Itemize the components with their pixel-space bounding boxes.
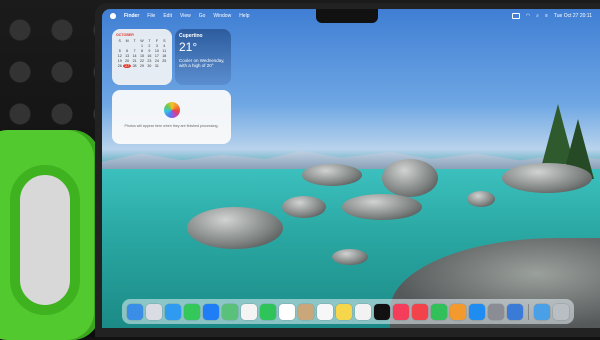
calendar-day: 17	[154, 54, 159, 58]
calendar-day: 19	[117, 59, 122, 63]
calendar-day: 23	[147, 59, 152, 63]
maps-icon[interactable]	[222, 303, 238, 320]
calendar-day: 18	[162, 54, 167, 58]
photos-widget[interactable]: Photos will appear here when they are fi…	[112, 90, 231, 144]
calendar-weekday: S	[118, 39, 121, 43]
calendar-widget[interactable]: OCTOBER S M T W T F S 1 2 3 4 5 6 7 8 9 10 11 12 13 14 15 16 17…	[112, 29, 172, 85]
calendar-month: OCTOBER	[116, 33, 134, 37]
menu-edit[interactable]: Edit	[163, 13, 172, 19]
laptop-frame: Finder File Edit View Go Window Help ◠ ⌕…	[95, 3, 600, 337]
calendar-day: 10	[154, 49, 159, 53]
photos-icon[interactable]	[241, 303, 257, 320]
calendar-day: 20	[125, 59, 130, 63]
calendar-day: 13	[125, 54, 130, 58]
notes-icon[interactable]	[336, 303, 352, 320]
calendar-day: 4	[163, 44, 166, 48]
music-icon[interactable]	[393, 303, 409, 320]
weather-widget[interactable]: Cupertino 21° Cooler on Wednesday, with …	[175, 29, 231, 85]
calendar-day: 28	[132, 64, 137, 68]
photos-icon	[163, 102, 180, 118]
calendar-weekday: T	[133, 39, 136, 43]
calendar-icon[interactable]	[279, 303, 295, 320]
calendar-day: 12	[117, 54, 122, 58]
menu-view[interactable]: View	[180, 13, 191, 19]
desktop: Finder File Edit View Go Window Help ◠ ⌕…	[102, 9, 600, 328]
wallpaper-rock	[502, 163, 592, 193]
wallpaper-rock	[382, 159, 438, 197]
calendar-weekday: S	[163, 39, 166, 43]
quicktime-icon[interactable]	[507, 303, 523, 320]
menu-go[interactable]: Go	[199, 13, 206, 19]
finder-icon[interactable]	[127, 303, 143, 320]
calendar-weekday: F	[155, 39, 158, 43]
safari-icon[interactable]	[165, 303, 181, 320]
green-stand-hole	[10, 165, 80, 315]
wallpaper-rock	[282, 196, 326, 218]
calendar-day: 26	[117, 64, 122, 68]
calendar-day: 15	[139, 54, 144, 58]
calendar-weekday: T	[148, 39, 151, 43]
calendar-day	[131, 44, 138, 48]
calendar-day: 29	[139, 64, 144, 68]
calendar-day: 5	[118, 49, 121, 53]
calendar-day	[116, 44, 123, 48]
weather-temperature: 21°	[179, 40, 198, 54]
wallpaper-rock	[302, 164, 362, 186]
apple-menu-icon[interactable]	[110, 13, 116, 19]
calendar-day: 1	[140, 44, 143, 48]
menu-finder[interactable]: Finder	[124, 13, 139, 19]
news-icon[interactable]	[412, 303, 428, 320]
calendar-day: 30	[147, 64, 152, 68]
system-settings-icon[interactable]	[488, 303, 504, 320]
numbers-icon[interactable]	[431, 303, 447, 320]
trash-icon[interactable]	[553, 303, 569, 320]
wallpaper-rock	[187, 207, 283, 249]
reminders-icon[interactable]	[317, 303, 333, 320]
calendar-day: 21	[132, 59, 137, 63]
calendar-day: 27	[123, 64, 131, 68]
wallpaper-rock	[467, 191, 495, 207]
calendar-day: 22	[139, 59, 144, 63]
app-store-icon[interactable]	[469, 303, 485, 320]
dock	[122, 299, 574, 324]
calendar-day: 3	[155, 44, 158, 48]
menu-file[interactable]: File	[147, 13, 155, 19]
calendar-weekday: W	[140, 39, 144, 43]
calendar-day: 11	[162, 49, 167, 53]
contacts-icon[interactable]	[298, 303, 314, 320]
calendar-day	[123, 44, 130, 48]
menu-help[interactable]: Help	[239, 13, 249, 19]
facetime-icon[interactable]	[260, 303, 276, 320]
downloads-icon[interactable]	[534, 303, 550, 320]
calendar-day: 9	[148, 49, 151, 53]
calendar-day: 25	[162, 59, 167, 63]
freeform-icon[interactable]	[355, 303, 371, 320]
messages-icon[interactable]	[184, 303, 200, 320]
calendar-weekday: M	[125, 39, 129, 43]
launchpad-icon[interactable]	[146, 303, 162, 320]
menu-window[interactable]: Window	[213, 13, 231, 19]
calendar-grid: S M T W T F S 1 2 3 4 5 6 7 8 9 10 11 12 13 14 15 16 17 18 19 20 21…	[116, 39, 168, 68]
weather-city: Cupertino	[179, 33, 203, 39]
camera-notch	[316, 9, 378, 23]
mail-icon[interactable]	[203, 303, 219, 320]
calendar-day: 24	[154, 59, 159, 63]
calendar-day: 8	[140, 49, 143, 53]
calendar-day: 31	[154, 64, 159, 68]
dock-separator	[528, 303, 529, 320]
calendar-day: 2	[148, 44, 151, 48]
photos-widget-message: Photos will appear here when they are fi…	[124, 124, 219, 128]
calendar-day: 16	[147, 54, 152, 58]
wallpaper-rock	[332, 249, 368, 265]
pages-icon[interactable]	[450, 303, 466, 320]
calendar-day: 6	[126, 49, 129, 53]
wallpaper-rock	[342, 194, 422, 220]
calendar-day: 7	[133, 49, 136, 53]
tv-icon[interactable]	[374, 303, 390, 320]
weather-forecast: Cooler on Wednesday, with a high of 20°	[179, 58, 225, 68]
calendar-day: 14	[132, 54, 137, 58]
